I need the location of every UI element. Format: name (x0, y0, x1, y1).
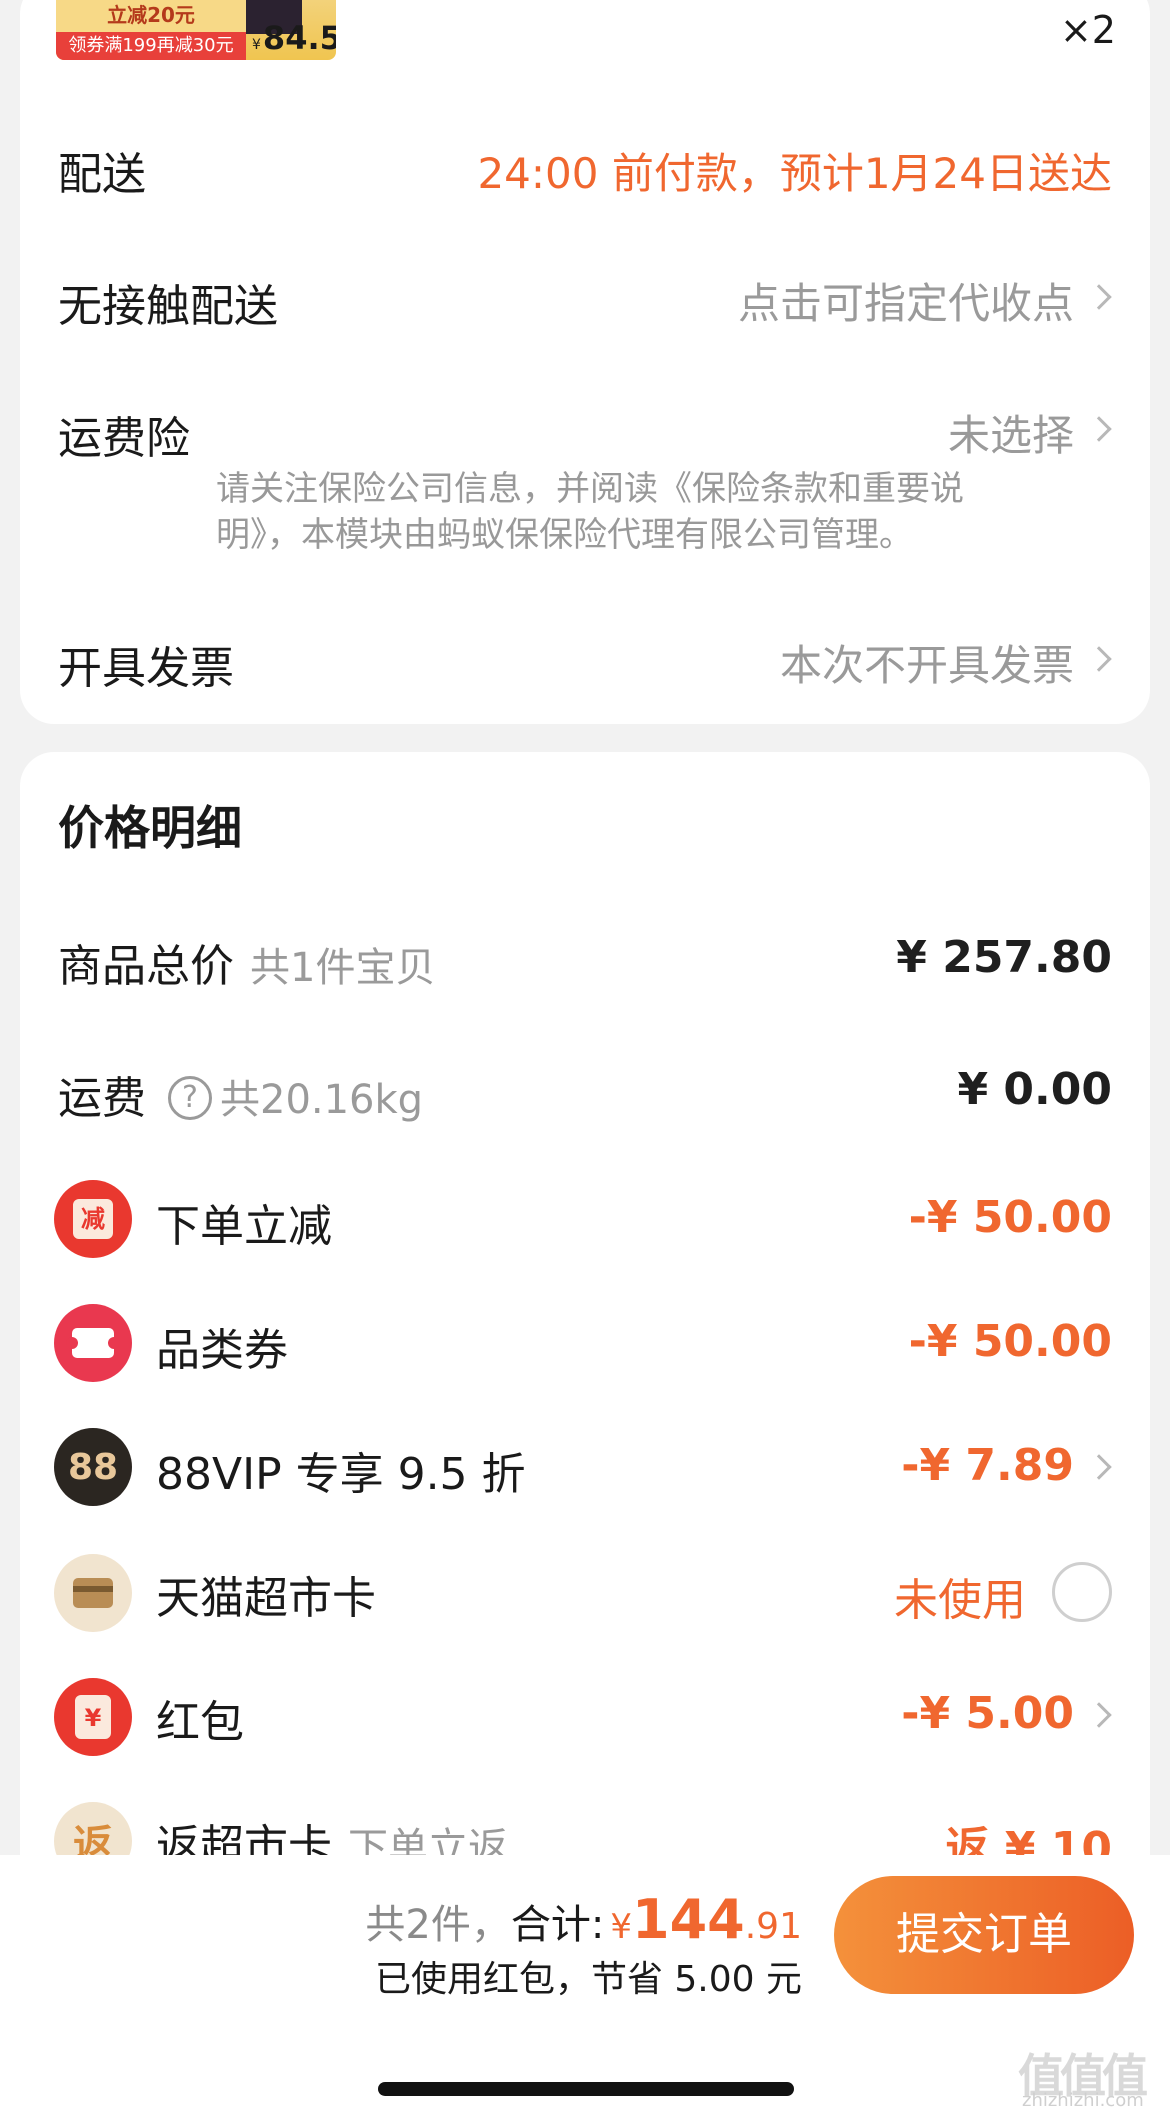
freight-value: ¥ 0.00 (957, 1064, 1113, 1115)
promo-price: ¥84.5 (246, 16, 336, 60)
watermark-site: zhizhizhi.com (1022, 2090, 1144, 2111)
goods-total-count: 共1件宝贝 (250, 945, 436, 991)
contactless-label: 无接触配送 (58, 281, 278, 332)
goods-total-value: ¥ 257.80 (896, 932, 1112, 983)
red-packet-icon: ¥ (54, 1678, 132, 1756)
item-count: 共2件， (365, 1902, 511, 1948)
contactless-value: 点击可指定代收点 (737, 279, 1074, 328)
home-indicator[interactable] (378, 2082, 794, 2096)
total-currency: ¥ (610, 1907, 632, 1947)
goods-total-label: 商品总价 共1件宝贝 (58, 930, 435, 994)
total-integer: 144 (632, 1888, 745, 1951)
submit-order-button[interactable]: 提交订单 (834, 1876, 1134, 1994)
product-quantity: ×2 (1059, 8, 1116, 52)
coupon-ticket-icon (54, 1304, 132, 1382)
promo-currency: ¥ (252, 37, 261, 53)
red-packet-label: 红包 (156, 1697, 244, 1748)
freight-label: 运费? 共20.16kg (58, 1062, 423, 1126)
category-coupon-label: 品类券 (156, 1325, 288, 1376)
freight-text: 运费 (58, 1073, 146, 1124)
supermarket-card-icon (54, 1554, 132, 1632)
order-confirm-page: 立减20元 领券满199再减30元 ¥84.5 ×2 配送 24:00 前付款，… (0, 0, 1170, 2122)
vip88-icon: 88 (54, 1428, 132, 1506)
vip88-glyph: 88 (67, 1446, 119, 1488)
red-packet-glyph: ¥ (75, 1695, 111, 1739)
instant-discount-icon: 减 (54, 1180, 132, 1258)
help-icon[interactable]: ? (168, 1076, 212, 1120)
ticket-glyph (66, 1328, 120, 1358)
saving-text: 已使用红包，节省 5.00 元 (374, 1959, 802, 2000)
total-label: 合计: (510, 1902, 605, 1948)
freight-weight: 共20.16kg (220, 1077, 424, 1123)
promo-discount-text: 立减20元 (56, 0, 246, 32)
order-total: 共2件，合计: ¥144.91 (365, 1888, 802, 1951)
supermarket-card-label: 天猫超市卡 (156, 1573, 376, 1624)
instant-discount-glyph: 减 (73, 1199, 113, 1239)
total-decimal: .91 (744, 1906, 802, 1947)
instant-discount-value: -¥ 50.00 (908, 1192, 1112, 1243)
shipping-label: 配送 (58, 149, 146, 200)
invoice-value: 本次不开具发票 (779, 641, 1074, 690)
supermarket-card-radio[interactable] (1052, 1562, 1112, 1622)
card-glyph (73, 1578, 113, 1608)
insurance-value: 未选择 (947, 411, 1074, 460)
shipping-value: 24:00 前付款，预计1月24日送达 (477, 149, 1112, 198)
vip-discount-value: -¥ 7.89 (901, 1440, 1074, 1491)
supermarket-card-status: 未使用 (894, 1575, 1026, 1626)
category-coupon-value: -¥ 50.00 (908, 1316, 1112, 1367)
instant-discount-label: 下单立减 (156, 1201, 332, 1252)
invoice-label: 开具发票 (58, 643, 234, 694)
promo-price-value: 84.5 (262, 19, 336, 57)
insurance-label: 运费险 (58, 413, 190, 464)
red-packet-value: -¥ 5.00 (901, 1688, 1074, 1739)
goods-total-text: 商品总价 (58, 941, 234, 992)
insurance-note: 请关注保险公司信息，并阅读《保险条款和重要说明》，本模块由蚂蚁保保险代理有限公司… (216, 469, 964, 555)
delivery-card (20, 0, 1150, 724)
product-promo-tag: 立减20元 领券满199再减30元 ¥84.5 (56, 0, 336, 60)
promo-coupon-text: 领券满199再减30元 (56, 32, 246, 60)
vip-discount-label: 88VIP 专享 9.5 折 (156, 1449, 526, 1500)
price-detail-title: 价格明细 (58, 801, 242, 855)
